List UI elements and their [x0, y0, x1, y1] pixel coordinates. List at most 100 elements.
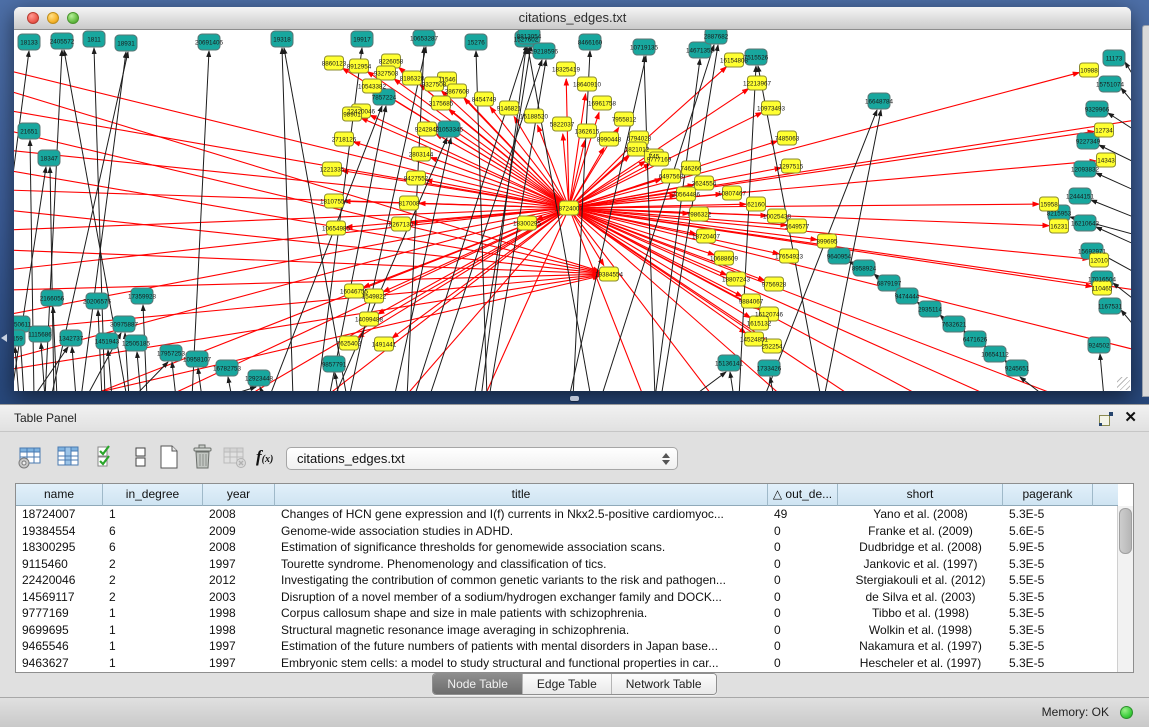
- function-builder-icon[interactable]: f(x): [256, 444, 282, 470]
- cell-short[interactable]: Franke et al. (2009): [838, 523, 1003, 540]
- cell-_filler[interactable]: [1093, 638, 1118, 655]
- cell-year[interactable]: 1997: [203, 638, 275, 655]
- table-row[interactable]: 1872400712008Changes of HCN gene express…: [16, 506, 1118, 523]
- cell-in_degree[interactable]: 1: [103, 622, 203, 639]
- panel-collapse-arrow-icon[interactable]: [1, 334, 7, 342]
- cell-in_degree[interactable]: 1: [103, 655, 203, 672]
- cell-_filler[interactable]: [1093, 622, 1118, 639]
- cell-out_degree[interactable]: 0: [768, 572, 838, 589]
- cell-out_degree[interactable]: 0: [768, 638, 838, 655]
- cell-pagerank[interactable]: 5.3E-5: [1003, 506, 1093, 523]
- cell-name[interactable]: 9465546: [16, 638, 103, 655]
- cell-short[interactable]: de Silva et al. (2003): [838, 589, 1003, 606]
- cell-name[interactable]: 14569117: [16, 589, 103, 606]
- cell-out_degree[interactable]: 0: [768, 556, 838, 573]
- cell-year[interactable]: 2008: [203, 539, 275, 556]
- cell-name[interactable]: 19384554: [16, 523, 103, 540]
- cell-out_degree[interactable]: 0: [768, 589, 838, 606]
- network-table-select[interactable]: citations_edges.txt: [286, 447, 678, 470]
- table-row[interactable]: 946362711997Embryonic stem cells: a mode…: [16, 655, 1118, 672]
- table-row[interactable]: 969969511998Structural magnetic resonanc…: [16, 622, 1118, 639]
- cell-_filler[interactable]: [1093, 506, 1118, 523]
- cell-_filler[interactable]: [1093, 539, 1118, 556]
- table-settings-icon[interactable]: [18, 444, 44, 470]
- new-table-icon[interactable]: [156, 444, 182, 470]
- cell-pagerank[interactable]: 5.3E-5: [1003, 655, 1093, 672]
- float-window-icon[interactable]: [1099, 412, 1113, 426]
- cell-in_degree[interactable]: 6: [103, 539, 203, 556]
- cell-in_degree[interactable]: 1: [103, 506, 203, 523]
- cell-_filler[interactable]: [1093, 556, 1118, 573]
- cell-title[interactable]: Investigating the contribution of common…: [275, 572, 768, 589]
- cell-pagerank[interactable]: 5.3E-5: [1003, 589, 1093, 606]
- cell-short[interactable]: Hescheler et al. (1997): [838, 655, 1003, 672]
- cell-pagerank[interactable]: 5.6E-5: [1003, 523, 1093, 540]
- cell-in_degree[interactable]: 2: [103, 556, 203, 573]
- cell-_filler[interactable]: [1093, 655, 1118, 672]
- cell-title[interactable]: Corpus callosum shape and size in male p…: [275, 605, 768, 622]
- table-row[interactable]: 1830029562008Estimation of significance …: [16, 539, 1118, 556]
- network-canvas[interactable]: 1813324055721811189312069140619318199171…: [14, 30, 1131, 391]
- cell-name[interactable]: 22420046: [16, 572, 103, 589]
- table-scrollbar[interactable]: [1117, 506, 1133, 672]
- cell-out_degree[interactable]: 49: [768, 506, 838, 523]
- stacked-rows-icon[interactable]: [128, 444, 154, 470]
- cell-year[interactable]: 2008: [203, 506, 275, 523]
- column-header-year[interactable]: year: [203, 484, 275, 506]
- cell-name[interactable]: 18300295: [16, 539, 103, 556]
- cell-title[interactable]: Estimation of the future numbers of pati…: [275, 638, 768, 655]
- cell-short[interactable]: Dudbridge et al. (2008): [838, 539, 1003, 556]
- column-header-short[interactable]: short: [838, 484, 1003, 506]
- cell-_filler[interactable]: [1093, 523, 1118, 540]
- table-row[interactable]: 1456911722003Disruption of a novel membe…: [16, 589, 1118, 606]
- table-row[interactable]: 977716911998Corpus callosum shape and si…: [16, 605, 1118, 622]
- cell-name[interactable]: 9115460: [16, 556, 103, 573]
- cell-short[interactable]: Tibbo et al. (1998): [838, 605, 1003, 622]
- cell-in_degree[interactable]: 2: [103, 589, 203, 606]
- column-header-in_degree[interactable]: in_degree: [103, 484, 203, 506]
- column-header-out_degree[interactable]: △ out_de...: [768, 484, 838, 506]
- table-scrollbar-thumb[interactable]: [1119, 508, 1132, 554]
- cell-_filler[interactable]: [1093, 572, 1118, 589]
- window-titlebar[interactable]: citations_edges.txt: [14, 7, 1131, 30]
- cell-_filler[interactable]: [1093, 605, 1118, 622]
- cell-pagerank[interactable]: 5.3E-5: [1003, 622, 1093, 639]
- column-header-_filler[interactable]: [1093, 484, 1118, 506]
- cell-out_degree[interactable]: 0: [768, 605, 838, 622]
- cell-title[interactable]: Embryonic stem cells: a model to study s…: [275, 655, 768, 672]
- cell-name[interactable]: 9777169: [16, 605, 103, 622]
- window-resize-grip[interactable]: [1117, 377, 1130, 390]
- memory-status-indicator[interactable]: [1120, 706, 1133, 719]
- table-row[interactable]: 946554611997Estimation of the future num…: [16, 638, 1118, 655]
- table-row[interactable]: 2242004622012Investigating the contribut…: [16, 572, 1118, 589]
- cell-title[interactable]: Changes of HCN gene expression and I(f) …: [275, 506, 768, 523]
- split-divider-grip[interactable]: [570, 396, 579, 401]
- cell-short[interactable]: Stergiakouli et al. (2012): [838, 572, 1003, 589]
- cell-pagerank[interactable]: 5.9E-5: [1003, 539, 1093, 556]
- cell-in_degree[interactable]: 1: [103, 638, 203, 655]
- cell-title[interactable]: Genome-wide association studies in ADHD.: [275, 523, 768, 540]
- cell-short[interactable]: Wolkin et al. (1998): [838, 622, 1003, 639]
- cell-year[interactable]: 2003: [203, 589, 275, 606]
- tab-edge-table[interactable]: Edge Table: [523, 674, 612, 694]
- cell-title[interactable]: Tourette syndrome. Phenomenology and cla…: [275, 556, 768, 573]
- network-graph[interactable]: 1813324055721811189312069140619318199171…: [14, 30, 1131, 391]
- cell-_filler[interactable]: [1093, 589, 1118, 606]
- cell-in_degree[interactable]: 1: [103, 605, 203, 622]
- cell-short[interactable]: Nakamura et al. (1997): [838, 638, 1003, 655]
- cell-year[interactable]: 2009: [203, 523, 275, 540]
- cell-pagerank[interactable]: 5.3E-5: [1003, 605, 1093, 622]
- cell-year[interactable]: 1998: [203, 605, 275, 622]
- cell-name[interactable]: 9699695: [16, 622, 103, 639]
- close-icon[interactable]: ✕: [1124, 409, 1137, 427]
- cell-name[interactable]: 9463627: [16, 655, 103, 672]
- column-header-pagerank[interactable]: pagerank: [1003, 484, 1093, 506]
- table-row[interactable]: 911546021997Tourette syndrome. Phenomeno…: [16, 556, 1118, 573]
- cell-title[interactable]: Estimation of significance thresholds fo…: [275, 539, 768, 556]
- cell-year[interactable]: 1997: [203, 655, 275, 672]
- cell-out_degree[interactable]: 0: [768, 622, 838, 639]
- cell-year[interactable]: 1998: [203, 622, 275, 639]
- column-header-title[interactable]: title: [275, 484, 768, 506]
- select-columns-icon[interactable]: [56, 444, 82, 470]
- cell-short[interactable]: Yano et al. (2008): [838, 506, 1003, 523]
